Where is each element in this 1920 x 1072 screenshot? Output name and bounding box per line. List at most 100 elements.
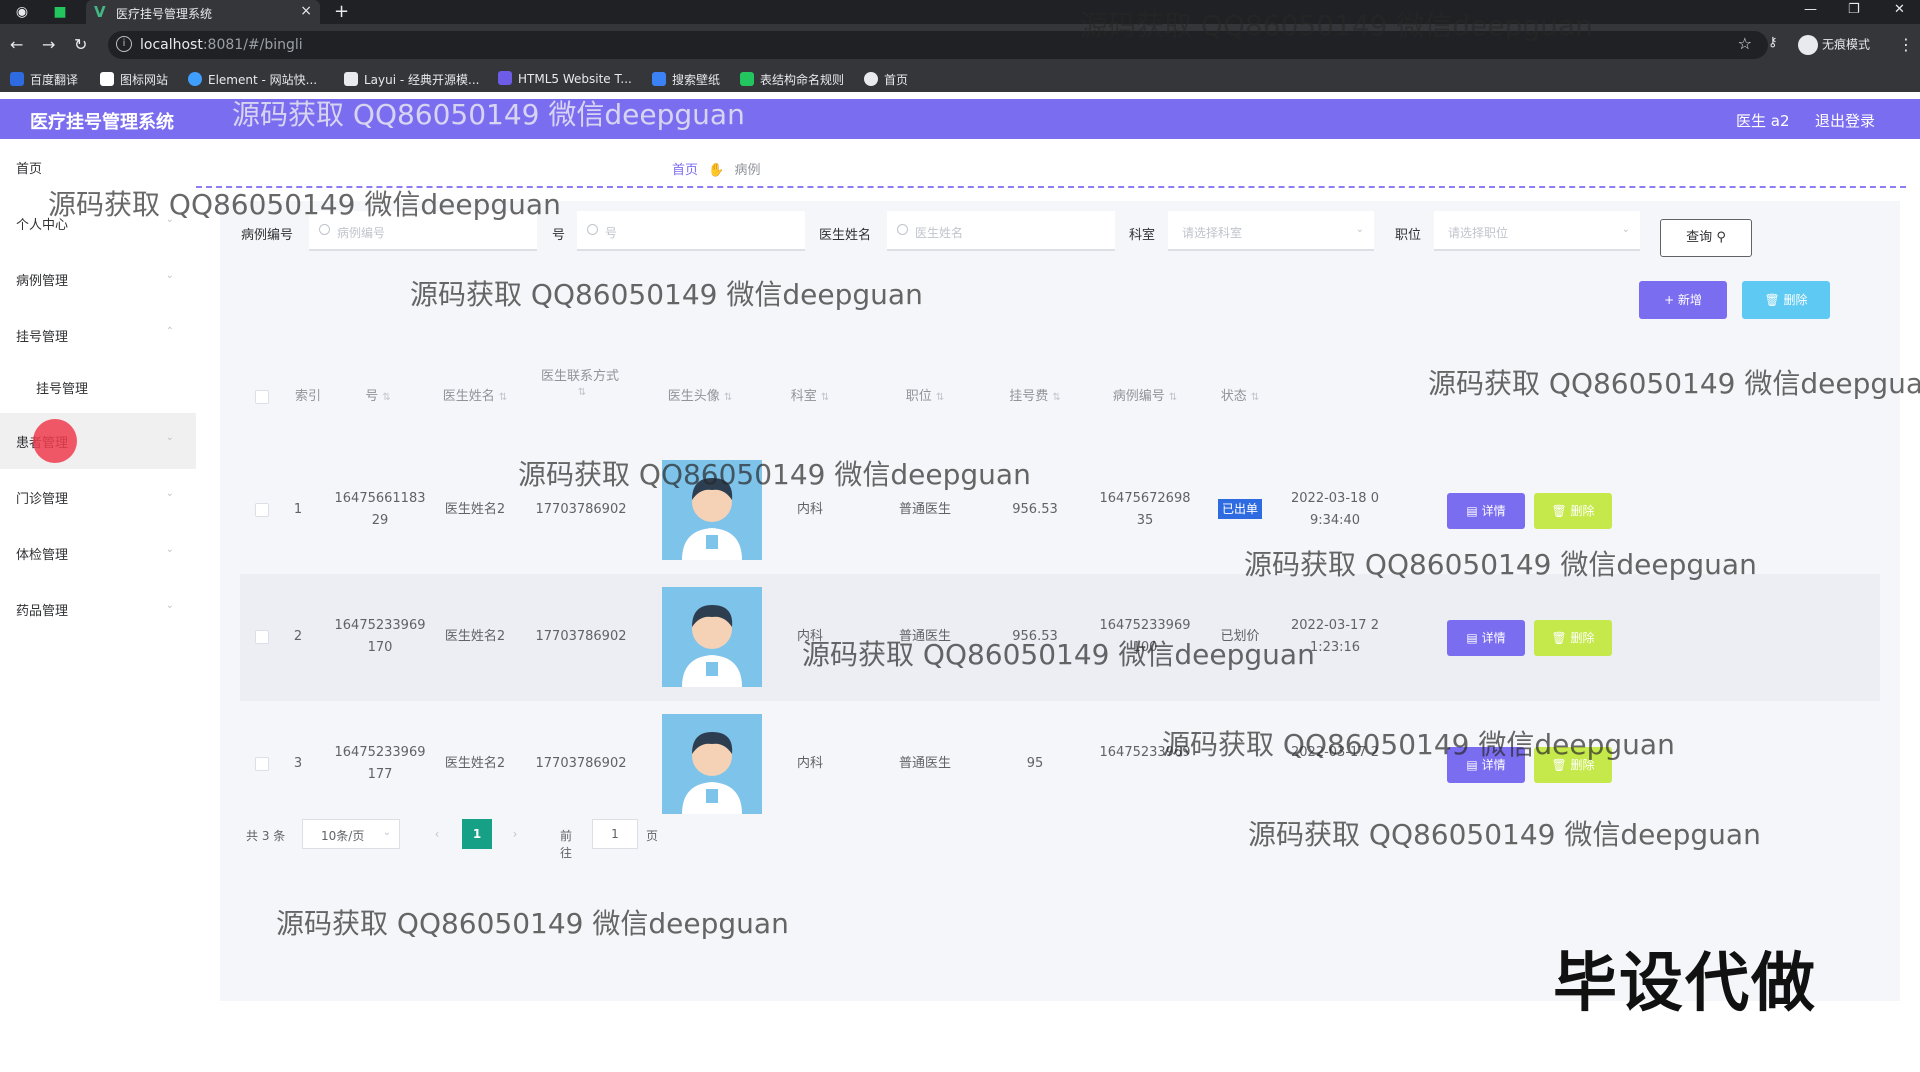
sort-icon: ⇅ [577,387,587,398]
no-input[interactable]: 号 [577,211,805,251]
sidebar-item-medicine[interactable]: 药品管理 ⌄ [0,581,196,637]
browser-tab-active[interactable]: V 医疗挂号管理系统 × [86,0,320,24]
detail-button[interactable]: ▤ 详情 [1447,747,1525,783]
next-page-icon[interactable]: › [500,819,530,849]
detail-icon: ▤ [1466,758,1478,772]
doctor-label: 医生姓名 [819,228,872,243]
bookmark-item[interactable]: 表结构命名规则 [740,71,844,88]
reload-icon[interactable]: ↻ [74,35,87,54]
row-position: 普通医生 [898,629,951,644]
sidebar-item-registration[interactable]: 挂号管理 ⌃ [0,307,196,363]
incognito-indicator[interactable]: 无痕模式 [1798,35,1870,55]
browser-more-icon[interactable]: ⋮ [1898,35,1914,54]
goto-page-input[interactable]: 1 [592,819,638,849]
goto-label: 前往 [560,829,573,860]
bookmark-item[interactable]: 搜索壁纸 [652,71,720,88]
bookmark-item[interactable]: 首页 [864,71,908,88]
incognito-icon [1798,35,1818,55]
sidebar-item-case[interactable]: 病例管理 ⌄ [0,251,196,307]
col-header-fee[interactable]: 挂号费 ⇅ [990,347,1080,447]
row-checkbox[interactable] [255,503,269,517]
forward-icon[interactable]: → [42,35,55,54]
bookmark-item[interactable]: HTML5 Website T... [498,71,632,86]
col-header-status[interactable]: 状态 ⇅ [1210,347,1270,447]
logout-link[interactable]: 退出登录 [1815,110,1875,131]
row-checkbox[interactable] [255,630,269,644]
col-header-doctor[interactable]: 医生姓名 ⇅ [420,347,530,447]
col-header-no[interactable]: 号 ⇅ [340,347,416,447]
sort-icon: ⇅ [1052,392,1061,403]
window-close-icon[interactable]: ✕ [1894,2,1905,17]
sort-icon: ⇅ [1250,392,1260,403]
pinned-tab-icon[interactable]: ■ [50,2,70,22]
divider [196,186,1906,188]
delete-button[interactable]: 🗑 删除 [1534,493,1612,529]
col-header-dept[interactable]: 科室 ⇅ [770,347,850,447]
batch-delete-button[interactable]: 🗑 删除 [1742,281,1830,319]
sidebar-item-checkup[interactable]: 体检管理 ⌄ [0,525,196,581]
row-index: 1 [293,502,303,517]
url-input[interactable]: i localhost:8081/#/bingli ☆ [108,31,1768,59]
delete-button[interactable]: 🗑 删除 [1534,747,1612,783]
page-number-current[interactable]: 1 [462,819,492,849]
col-header-phone[interactable]: 医生联系方式 ⇅ [520,347,640,447]
sidebar-item-profile[interactable]: 个人中心 ⌄ [0,195,196,251]
html5-icon [498,71,512,85]
col-header-position[interactable]: 职位 ⇅ [880,347,970,447]
add-button[interactable]: + 新增 [1639,281,1727,319]
bookmark-item[interactable]: 图标网站 [100,71,168,88]
col-header-case-no[interactable]: 病例编号 ⇅ [1090,347,1200,447]
bookmark-star-icon[interactable]: ☆ [1738,34,1752,53]
row-no: 16475233969 177 [334,745,426,782]
site-info-icon[interactable]: i [116,36,132,52]
bookmark-item[interactable]: Layui - 经典开源模... [344,71,479,88]
col-header-avatar[interactable]: 医生头像 ⇅ [640,347,760,447]
sidebar-subitem-registration[interactable]: 挂号管理 [0,359,196,415]
chevron-down-icon: ⌄ [165,214,174,225]
tab-close-icon[interactable]: × [300,3,312,19]
new-tab-icon[interactable]: + [334,1,349,22]
browser-menu-icon[interactable]: ◉ [12,2,32,22]
minimize-icon[interactable]: — [1804,2,1817,17]
restore-icon[interactable]: ❐ [1848,2,1860,17]
case-no-input[interactable]: 病例编号 [309,211,537,251]
row-phone: 17703786902 [535,756,627,771]
row-case-no: 16475233969 [1099,745,1191,760]
bookmark-item[interactable]: Element - 网站快... [188,71,317,88]
row-checkbox[interactable] [255,757,269,771]
chevron-down-icon: ⌄ [165,270,174,281]
doctor-input[interactable]: 医生姓名 [887,211,1115,251]
sidebar-item-clinic[interactable]: 门诊管理 ⌄ [0,469,196,525]
row-index: 3 [293,756,303,771]
breadcrumb-current: 病例 [734,163,761,178]
prev-page-icon[interactable]: ‹ [422,819,452,849]
chevron-down-icon: ⌄ [165,544,174,555]
sort-icon: ⇅ [723,392,733,403]
chevron-down-icon: ⌄ [1355,224,1364,235]
key-icon[interactable]: ⚷ [1768,35,1778,50]
select-all-checkbox[interactable] [255,390,269,404]
url-text: localhost:8081/#/bingli [140,37,303,53]
position-select[interactable]: 请选择职位 ⌄ [1434,211,1640,251]
sidebar-item-patient[interactable]: 患者管理⌄ [0,413,196,469]
back-icon[interactable]: ← [10,35,23,54]
bookmark-item[interactable]: 百度翻译 [10,71,78,88]
detail-button[interactable]: ▤ 详情 [1447,493,1525,529]
chevron-down-icon: ⌄ [165,488,174,499]
detail-icon: ▤ [1466,631,1478,645]
delete-button[interactable]: 🗑 删除 [1534,620,1612,656]
sidebar-item-home[interactable]: 首页 [0,139,196,195]
sort-icon: ⇅ [498,392,508,403]
promo-stamp: 毕设代做 [1553,947,1817,1021]
breadcrumb-home[interactable]: 首页 [672,163,698,178]
row-dept: 内科 [796,756,823,771]
search-icon [319,224,330,235]
dept-select[interactable]: 请选择科室 ⌄ [1168,211,1374,251]
doctor-avatar [662,460,762,560]
query-button[interactable]: 查询 ⚲ [1660,219,1752,257]
row-status: 已划价 [1220,629,1260,644]
page-size-select[interactable]: 10条/页 ⌄ [302,819,400,849]
detail-button[interactable]: ▤ 详情 [1447,620,1525,656]
detail-icon: ▤ [1466,504,1478,518]
table-row: 1 16475661183 29 医生姓名2 17703786902 内科 普通… [240,447,1880,574]
